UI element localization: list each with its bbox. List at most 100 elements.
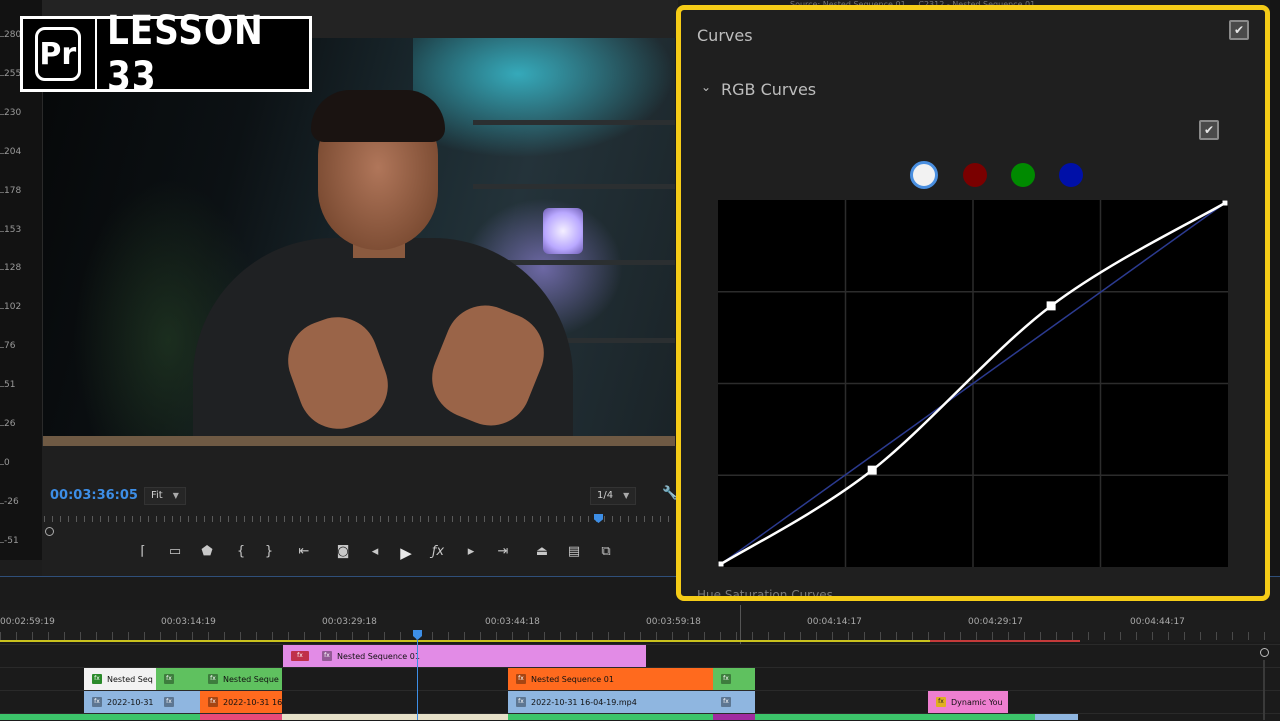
timeline-clip[interactable]: fx	[713, 691, 755, 713]
timeline-clip[interactable]: fx Nested Sequence 01	[508, 668, 713, 690]
go-to-out-icon[interactable]: ⇥	[493, 544, 513, 559]
fx-icon[interactable]: ƒx	[428, 544, 448, 559]
fx-badge-icon: fx	[164, 674, 174, 684]
timeline-vertical-scrollbar[interactable]	[1263, 660, 1265, 720]
shelf	[473, 120, 675, 125]
fx-badge-icon: fx	[208, 674, 218, 684]
compare-view-icon[interactable]: ⧉	[596, 544, 616, 559]
playhead-timecode[interactable]: 00:03:36:05	[50, 488, 138, 503]
lesson-label: LESSON 33	[107, 8, 264, 100]
curve-control-point[interactable]	[1222, 200, 1228, 206]
channel-green-button[interactable]	[1011, 163, 1035, 187]
timeline-clip[interactable]	[0, 714, 84, 720]
right-panel-edge	[1270, 0, 1280, 576]
channel-white-button[interactable]	[910, 161, 938, 189]
export-frame-icon[interactable]: ◙	[333, 544, 353, 559]
scope-tick	[0, 347, 4, 349]
timeline-clip[interactable]	[84, 714, 200, 720]
clip-label: 2022-10-31 16-04-19.mp4	[531, 697, 637, 707]
mark-out-point-icon[interactable]: }	[259, 544, 279, 559]
scope-axis-label: 153	[4, 224, 22, 235]
clip-label: Nested Seq	[107, 674, 153, 684]
timeline-timecode: 00:04:44:17	[1130, 617, 1185, 627]
timeline-clip[interactable]	[282, 714, 508, 720]
clip-label: Dynamic You	[951, 697, 1003, 707]
scope-tick	[0, 425, 4, 426]
hue-saturation-curves-label: Hue Saturation Curves	[697, 588, 833, 601]
timeline-edit-line	[740, 605, 741, 645]
mark-in-point-icon[interactable]: {	[231, 544, 251, 559]
resolution-select[interactable]: 1/4 ▼	[590, 487, 637, 505]
play-icon[interactable]: ▶	[396, 544, 416, 562]
curve-control-point[interactable]	[867, 465, 877, 475]
fx-badge-icon: fx	[516, 697, 526, 707]
timeline-clip[interactable]	[713, 714, 755, 720]
scope-axis-label: 26	[4, 419, 16, 429]
scope-axis-label: 128	[4, 263, 22, 274]
timeline-clip[interactable]: fx Nested Seque	[200, 668, 282, 690]
timeline-clip[interactable]: fx 2022-10-31 16-04-19.mp4	[508, 691, 713, 713]
scope-tick	[0, 113, 4, 115]
add-marker-icon[interactable]: ⬟	[197, 544, 217, 559]
badge-divider	[94, 16, 98, 92]
timeline-clip[interactable]: fx	[713, 668, 755, 690]
safe-margins-icon[interactable]: ▭	[165, 544, 185, 559]
timeline-clip[interactable]	[755, 714, 1035, 720]
timeline-clip[interactable]: fx Dynamic You	[928, 691, 1008, 713]
timeline-clip[interactable]: fx	[156, 668, 200, 690]
lift-icon[interactable]: ⏏	[532, 544, 552, 559]
timeline-timecode: 00:03:44:18	[485, 617, 540, 627]
curves-enable-checkbox[interactable]: ✔	[1229, 20, 1249, 40]
chevron-down-icon[interactable]: ⌄	[701, 80, 711, 94]
timeline-clip[interactable]: fx 2022-10-31	[84, 691, 156, 713]
zoom-select[interactable]: Fit ▼	[144, 487, 186, 505]
monitor-zoom-handle[interactable]	[45, 527, 54, 536]
scope-tick	[0, 152, 4, 154]
step-back-icon[interactable]: ◂	[365, 544, 385, 559]
zoom-select-value: Fit	[151, 490, 163, 501]
channel-red-button[interactable]	[963, 163, 987, 187]
timeline-clip[interactable]: fx Nested Seq	[84, 668, 156, 690]
scope-tick	[0, 230, 4, 232]
curve-control-point[interactable]	[1046, 301, 1056, 311]
scope-tick	[0, 502, 4, 504]
step-forward-icon[interactable]: ▸	[461, 544, 481, 559]
lesson-badge: Pr LESSON 33	[20, 8, 312, 100]
monitor-time-ruler[interactable]	[44, 512, 674, 526]
work-area-bar[interactable]	[0, 640, 1060, 642]
scope-tick	[0, 541, 4, 543]
fx-badge-icon: fx	[291, 651, 309, 661]
timeline-playhead-line[interactable]	[417, 640, 418, 720]
timeline-zoom-handle[interactable]	[1260, 648, 1269, 657]
chevron-down-icon: ▼	[623, 491, 630, 500]
go-to-in-icon[interactable]: ⇤	[294, 544, 314, 559]
timeline-clip[interactable]	[508, 714, 713, 720]
timeline-clip[interactable]	[1035, 714, 1078, 720]
extract-icon[interactable]: ▤	[564, 544, 584, 559]
timeline-clip[interactable]: fx	[156, 691, 200, 713]
curves-graph-svg[interactable]	[718, 200, 1228, 567]
scope-tick	[0, 191, 4, 193]
fx-badge-icon: fx	[92, 674, 102, 684]
scope-tick	[0, 36, 4, 37]
person-hair	[311, 90, 445, 142]
mark-in-icon[interactable]: ⌈	[133, 544, 153, 559]
scope-axis-label: 178	[4, 185, 22, 196]
timeline-clip[interactable]: fx fx Nested Sequence 01	[283, 645, 646, 667]
clip-label: 2022-10-31 16	[223, 697, 282, 707]
fx-badge-icon: fx	[516, 674, 526, 684]
timeline-timecode: 00:02:59:19	[0, 617, 55, 627]
premiere-pro-logo-icon: Pr	[35, 27, 81, 81]
rgb-curves-enable-checkbox[interactable]: ✔	[1199, 120, 1219, 140]
timeline-timecode: 00:03:29:18	[322, 617, 377, 627]
channel-blue-button[interactable]	[1059, 163, 1083, 187]
curve-control-point[interactable]	[718, 561, 724, 567]
fx-badge-icon: fx	[721, 697, 731, 707]
scope-axis-label: -26	[4, 496, 19, 507]
timeline-clip[interactable]: fx 2022-10-31 16	[200, 691, 282, 713]
timeline-clip[interactable]	[200, 714, 282, 720]
curves-graph[interactable]	[718, 200, 1228, 567]
curves-panel-title: Curves	[697, 26, 753, 45]
rgb-curves-section-title[interactable]: RGB Curves	[721, 80, 816, 99]
timeline-timecode: 00:04:29:17	[968, 617, 1023, 627]
